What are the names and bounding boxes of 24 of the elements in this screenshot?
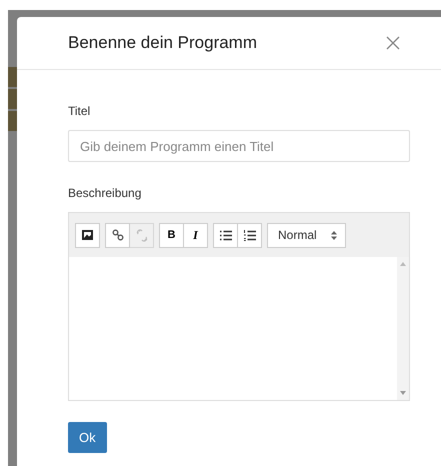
close-button[interactable] bbox=[385, 35, 401, 51]
title-field[interactable]: Gib deinem Programm einen Titel bbox=[68, 130, 410, 162]
toolbar-button[interactable] bbox=[105, 222, 130, 248]
toolbar-button[interactable]: I bbox=[183, 222, 208, 248]
ok-button[interactable]: Ok bbox=[68, 422, 107, 453]
toolbar-button[interactable] bbox=[213, 222, 238, 248]
dialog-title: Benenne dein Programm bbox=[68, 32, 258, 54]
toolbar-button[interactable] bbox=[75, 222, 100, 248]
close-icon bbox=[386, 36, 400, 50]
background-strip bbox=[8, 111, 17, 131]
updown-icon bbox=[331, 230, 337, 240]
field-label: Titel bbox=[68, 103, 92, 120]
background-strip bbox=[8, 67, 17, 87]
link-icon bbox=[112, 229, 124, 241]
scroll-down-arrow-icon[interactable] bbox=[400, 391, 406, 395]
bullet-list-icon bbox=[220, 230, 232, 240]
field-label: Beschreibung bbox=[68, 185, 142, 202]
image-icon bbox=[82, 230, 93, 240]
format-select[interactable]: Normal bbox=[267, 222, 346, 248]
background-strip bbox=[8, 89, 17, 109]
toolbar-button[interactable]: B bbox=[159, 222, 184, 248]
unlink-icon bbox=[136, 228, 148, 242]
toolbar-button[interactable] bbox=[237, 222, 262, 248]
numbered-list-icon bbox=[244, 230, 256, 240]
